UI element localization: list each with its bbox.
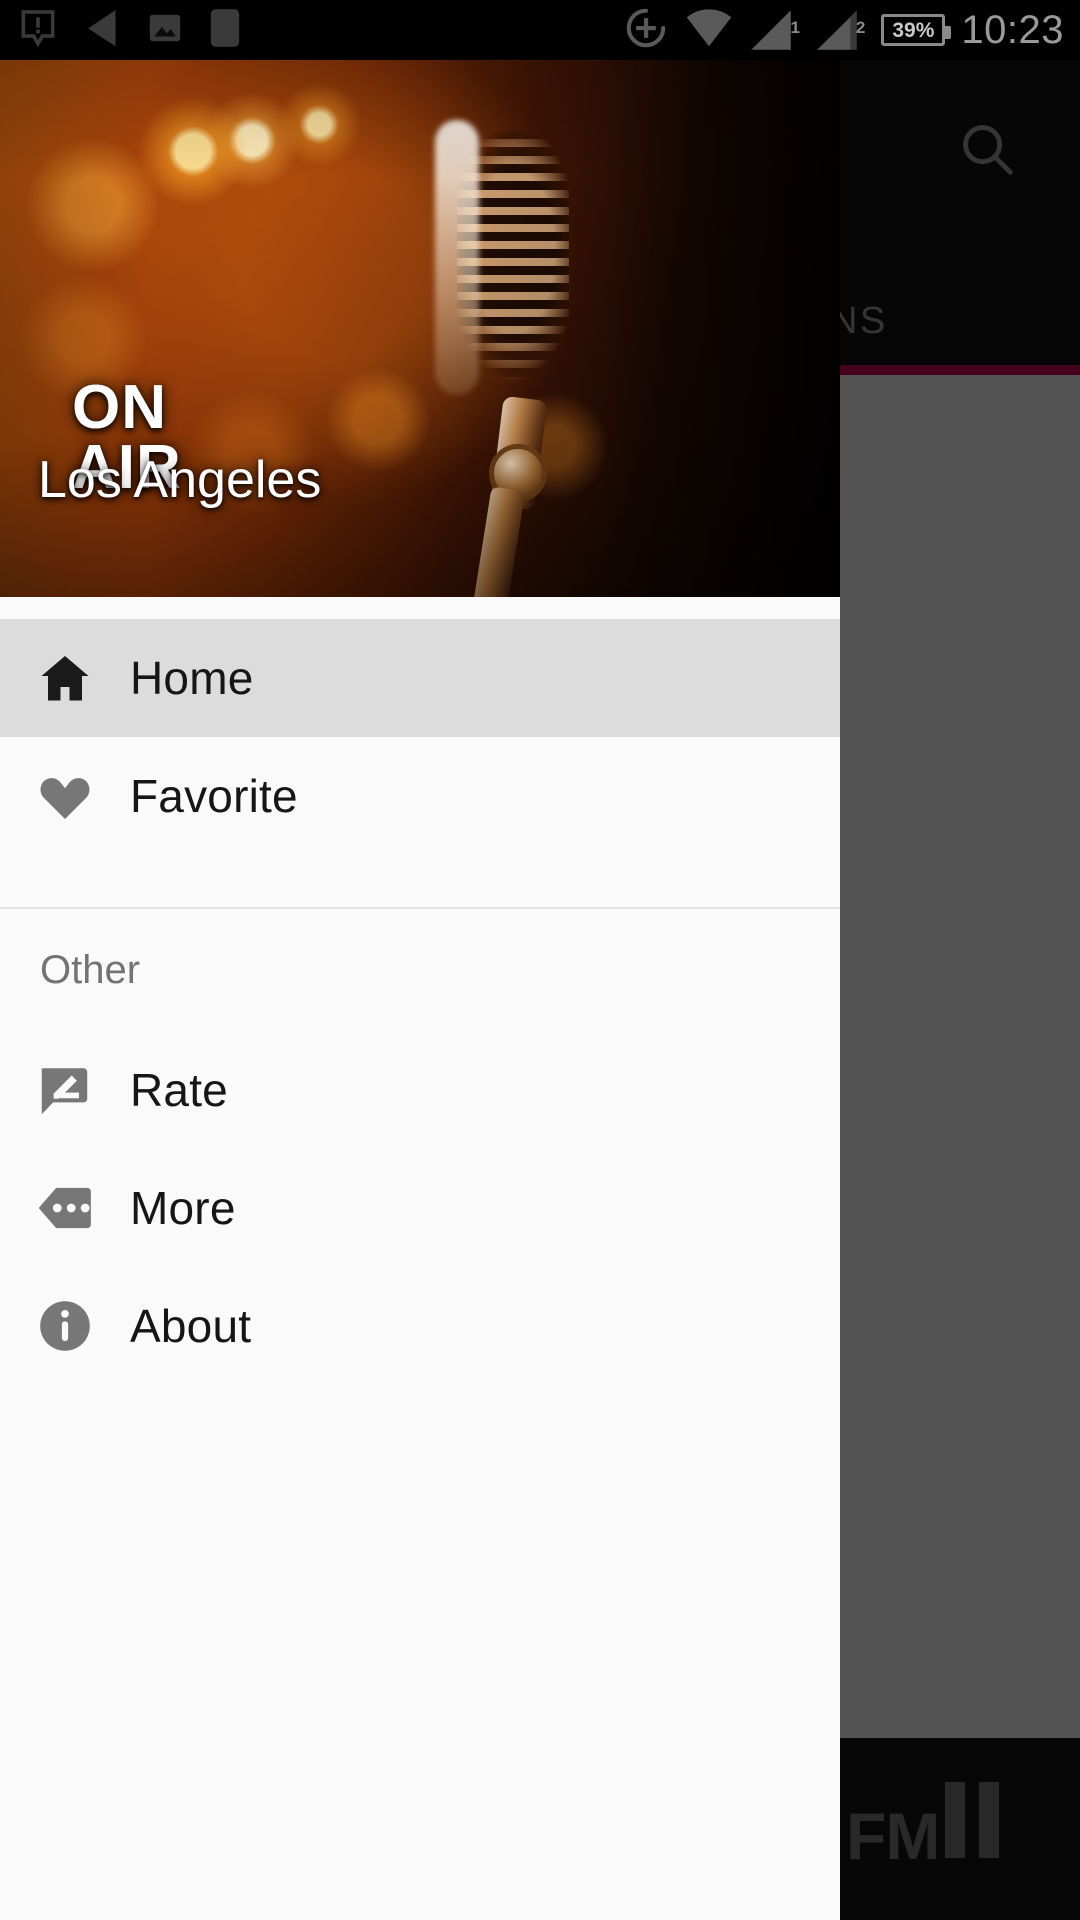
wifi-icon — [684, 7, 734, 54]
sidebar-item-label: More — [130, 1182, 236, 1234]
status-bar-clock: 10:23 — [961, 8, 1064, 52]
sidebar-item-favorite[interactable]: Favorite — [0, 737, 840, 855]
section-header-other: Other — [0, 909, 840, 1031]
status-bar-left-icons — [18, 0, 244, 60]
list-gap — [0, 855, 840, 907]
sidebar-item-label: Favorite — [130, 770, 298, 822]
info-icon — [0, 1267, 130, 1385]
sim2-label: 2 — [855, 18, 866, 37]
back-arrow-icon — [80, 6, 124, 55]
heart-icon — [0, 737, 130, 855]
drawer-header[interactable]: ON AIR Los Angeles — [0, 60, 840, 597]
sidebar-item-label: Home — [130, 652, 254, 704]
sidebar-item-label: Rate — [130, 1064, 228, 1116]
section-header-label: Other — [40, 947, 141, 992]
status-bar-right-icons: 1 2 39% 10:23 — [624, 0, 1064, 60]
status-bar: 1 2 39% 10:23 — [0, 0, 1080, 60]
sim1-label: 1 — [790, 18, 800, 37]
sidebar-item-rate[interactable]: Rate — [0, 1031, 840, 1149]
app-notification-icon — [206, 6, 244, 55]
cellular-signal-2-icon: 2 — [816, 9, 865, 51]
sidebar-item-label: About — [130, 1300, 252, 1352]
sidebar-item-more[interactable]: More — [0, 1149, 840, 1267]
drawer-menu-list: Home Favorite Other Rate More About — [0, 597, 840, 1385]
home-icon — [0, 619, 130, 737]
cellular-signal-1-icon: 1 — [750, 9, 800, 51]
rate-comment-edit-icon — [0, 1031, 130, 1149]
more-apps-icon — [0, 1149, 130, 1267]
sidebar-item-about[interactable]: About — [0, 1267, 840, 1385]
navigation-drawer: ON AIR Los Angeles Home Favorite Other R… — [0, 60, 840, 1920]
header-vignette — [0, 60, 840, 597]
image-icon — [146, 9, 184, 52]
warning-notification-icon — [18, 8, 58, 53]
drawer-header-title: Los Angeles — [38, 451, 322, 509]
location-add-icon — [624, 6, 668, 55]
battery-icon: 39% — [881, 14, 952, 46]
sidebar-item-home[interactable]: Home — [0, 619, 840, 737]
phone-screen: STATIONS FM — [0, 0, 1080, 1920]
battery-percent-label: 39% — [892, 18, 935, 42]
list-top-spacer — [0, 597, 840, 619]
